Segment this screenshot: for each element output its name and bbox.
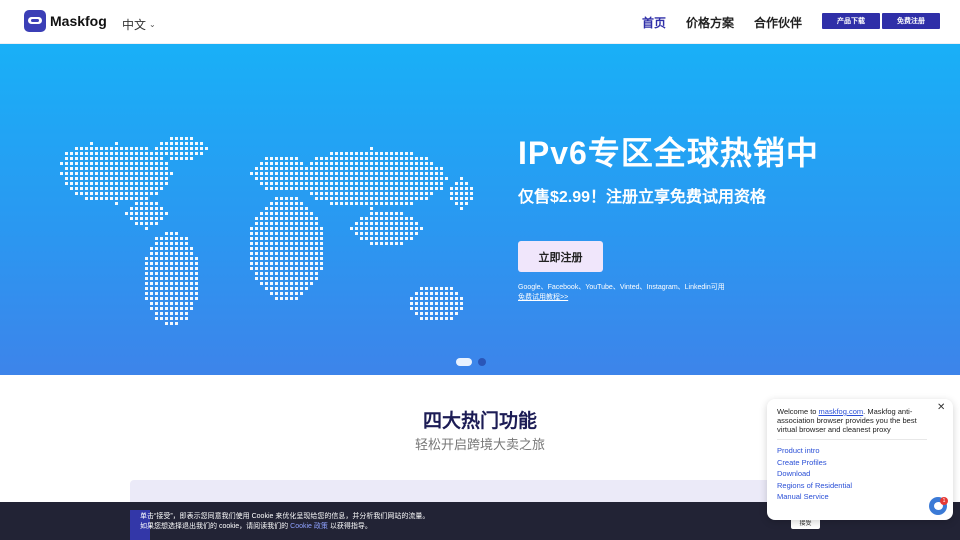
logo-text: Maskfog — [50, 13, 107, 29]
download-button[interactable]: 产品下载 — [822, 13, 880, 29]
chevron-down-icon: ⌄ — [149, 20, 156, 29]
chat-welcome-message: Welcome to maskfog.com. Maskfog anti-ass… — [777, 407, 937, 434]
chat-link-create-profiles[interactable]: Create Profiles — [777, 458, 852, 468]
cookie-optout-prefix: 如果您想选择退出我们的 cookie，请阅读我们的 — [140, 523, 289, 530]
supported-platforms-note: Google、Facebook、YouTube、Vinted、Instagram… — [518, 284, 725, 291]
chat-link-download[interactable]: Download — [777, 469, 852, 479]
chat-link-manual-service[interactable]: Manual Service — [777, 492, 852, 502]
close-icon[interactable]: ✕ — [937, 402, 945, 413]
divider — [777, 439, 927, 440]
site-header: Maskfog 中文 ⌄ 首页 价格方案 合作伙伴 产品下载 免费注册 — [0, 0, 960, 44]
site-link[interactable]: maskfog.com — [819, 407, 864, 416]
hero-title: IPv6专区全球热销中 — [518, 135, 819, 171]
carousel-dot[interactable] — [478, 358, 486, 366]
free-register-button[interactable]: 免费注册 — [882, 13, 940, 29]
mask-logo-icon — [24, 10, 46, 32]
language-selector[interactable]: 中文 ⌄ — [122, 16, 156, 33]
nav-item-pricing[interactable]: 价格方案 — [686, 14, 734, 31]
cookie-optout-suffix: 以获得指导。 — [329, 523, 372, 530]
chat-link-product-intro[interactable]: Product intro — [777, 446, 852, 456]
free-trial-tutorial-link[interactable]: 免费试用教程>> — [518, 292, 568, 302]
language-label: 中文 — [122, 18, 147, 32]
register-now-button[interactable]: 立即注册 — [518, 241, 603, 272]
main-nav: 首页 价格方案 合作伙伴 — [642, 14, 802, 31]
notification-badge: 1 — [940, 497, 948, 505]
nav-item-home[interactable]: 首页 — [642, 14, 666, 31]
chat-link-regions-residential[interactable]: Regions of Residential — [777, 481, 852, 491]
chat-welcome-prefix: Welcome to — [777, 407, 819, 416]
chat-quick-links: Product intro Create Profiles Download R… — [777, 446, 852, 502]
hero-subtitle: 仅售$2.99！注册立享免费试用资格 — [518, 189, 767, 206]
hero-banner: IPv6专区全球热销中 仅售$2.99！注册立享免费试用资格 立即注册 Goog… — [0, 44, 960, 375]
cookie-message: 单击“接受”，即表示您同意我们使用 Cookie 来优化呈现给您的信息，并分析我… — [140, 513, 430, 520]
logo[interactable]: Maskfog — [24, 10, 107, 32]
cookie-policy-link[interactable]: Cookie 政策 — [290, 523, 328, 530]
world-map-dots — [60, 137, 473, 325]
carousel-dot-active[interactable] — [456, 358, 472, 366]
chat-popup: ✕ Welcome to maskfog.com. Maskfog anti-a… — [767, 399, 953, 520]
cookie-optout-message: 如果您想选择退出我们的 cookie，请阅读我们的 Cookie 政策 以获得指… — [140, 521, 372, 531]
nav-item-partners[interactable]: 合作伙伴 — [754, 14, 802, 31]
